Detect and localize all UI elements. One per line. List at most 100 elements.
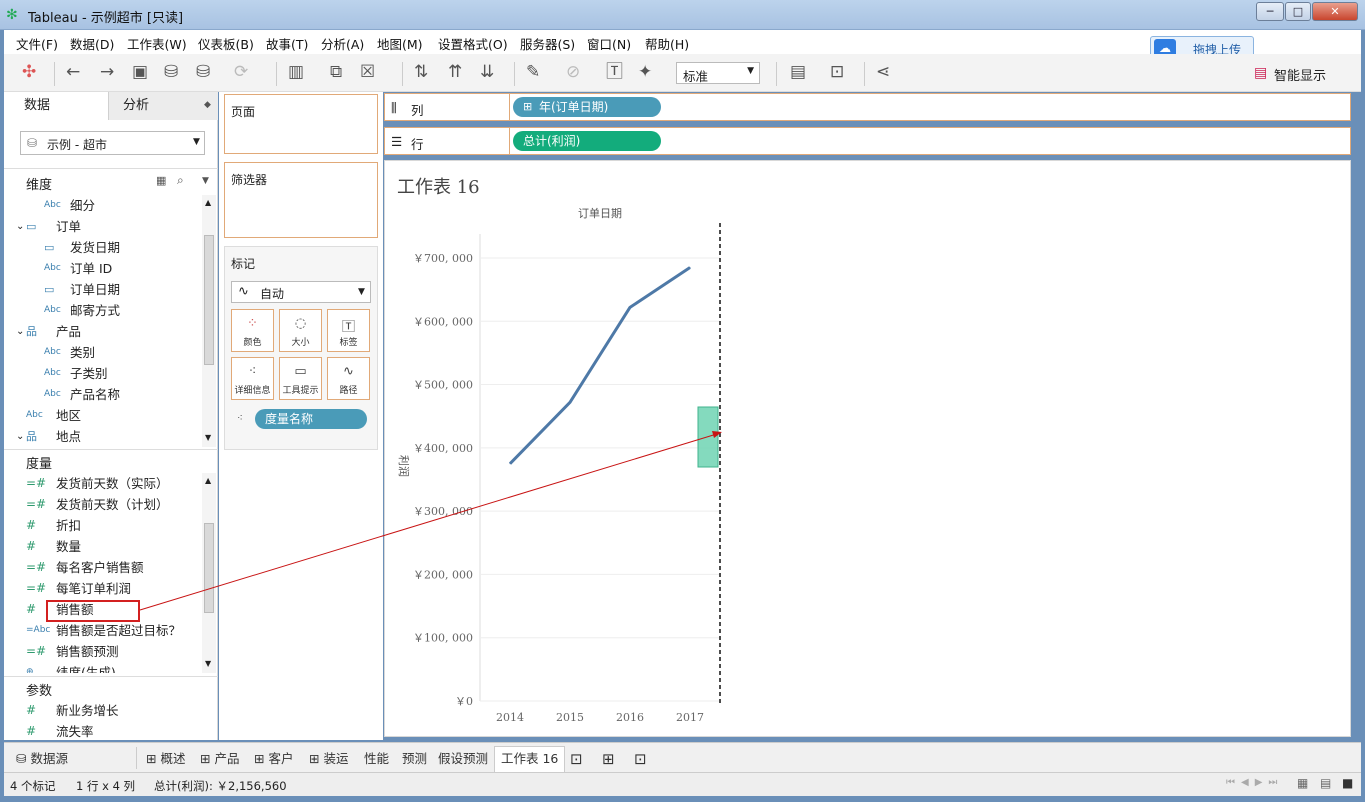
- sort-descending-icon[interactable]: ⇊: [480, 62, 494, 82]
- measures-scrollbar[interactable]: ▲ ▼: [202, 473, 216, 673]
- filters-card[interactable]: 筛选器: [224, 162, 378, 238]
- close-button[interactable]: ✕: [1312, 2, 1358, 21]
- rows-shelf[interactable]: ☰ 行 总计(利润): [384, 127, 1351, 155]
- show-filmstrip-icon[interactable]: ▤: [1320, 776, 1331, 790]
- field-row[interactable]: Abc 子类别: [4, 363, 204, 384]
- color-button[interactable]: ⁘ 颜色: [231, 309, 274, 352]
- scroll-down-icon[interactable]: ▼: [205, 433, 211, 442]
- columns-pill[interactable]: ⊞ 年(订单日期): [513, 97, 661, 117]
- field-row[interactable]: Abc 类别: [4, 342, 204, 363]
- menu-analysis[interactable]: 分析(A): [321, 34, 364, 53]
- field-row[interactable]: =Abc 销售额是否超过目标？: [4, 620, 204, 641]
- sort-ascending-icon[interactable]: ⇈: [448, 62, 462, 82]
- pause-updates-icon[interactable]: ⛁: [196, 62, 210, 82]
- scroll-down-icon[interactable]: ▼: [205, 659, 211, 668]
- pin-icon[interactable]: ✦: [638, 62, 652, 82]
- field-row[interactable]: ⌄ ▭ 订单: [4, 216, 204, 237]
- tab-whatif[interactable]: 假设预测: [438, 748, 488, 770]
- tab-performance[interactable]: 性能: [364, 748, 389, 770]
- menu-worksheet[interactable]: 工作表(W): [127, 34, 187, 53]
- minimize-button[interactable]: ─: [1256, 2, 1284, 21]
- path-button[interactable]: ∿ 路径: [327, 357, 370, 400]
- field-row[interactable]: =# 销售额预测: [4, 641, 204, 662]
- tab-worksheet-16[interactable]: 工作表 16: [494, 746, 566, 772]
- save-icon[interactable]: ▣: [132, 62, 148, 82]
- scroll-up-icon[interactable]: ▲: [205, 476, 211, 485]
- tab-analysis[interactable]: 分析: [108, 92, 218, 120]
- tab-product[interactable]: ⊞ 产品: [200, 748, 239, 770]
- field-row[interactable]: ▭ 发货日期: [4, 237, 204, 258]
- show-cards-icon[interactable]: ▤: [790, 62, 806, 82]
- mark-type-select[interactable]: ∿ 自动 ▼: [231, 281, 371, 303]
- group-icon[interactable]: ⊘: [566, 62, 580, 82]
- expand-chevron-icon[interactable]: ⌄: [16, 216, 24, 237]
- presentation-icon[interactable]: ⊡: [830, 62, 844, 82]
- menu-dashboard[interactable]: 仪表板(B): [198, 34, 254, 53]
- columns-shelf[interactable]: ⫼ 列 ⊞ 年(订单日期): [384, 93, 1351, 121]
- tab-shipping[interactable]: ⊞ 装运: [309, 748, 348, 770]
- maximize-button[interactable]: □: [1285, 2, 1311, 21]
- swap-icon[interactable]: ⇅: [414, 62, 428, 82]
- rows-pill[interactable]: 总计(利润): [513, 131, 661, 151]
- datasource-select[interactable]: ⛁ 示例 - 超市 ▼: [20, 131, 205, 155]
- menu-server[interactable]: 服务器(S): [520, 34, 575, 53]
- field-row[interactable]: # 数量: [4, 536, 204, 557]
- tab-data[interactable]: 数据: [4, 92, 108, 120]
- size-button[interactable]: ◌ 大小: [279, 309, 322, 352]
- detail-button[interactable]: ⁖ 详细信息: [231, 357, 274, 400]
- field-row[interactable]: Abc 邮寄方式: [4, 300, 204, 321]
- menu-data[interactable]: 数据(D): [70, 34, 114, 53]
- tab-overview[interactable]: ⊞ 概述: [146, 748, 185, 770]
- field-row[interactable]: =# 发货前天数（计划）: [4, 494, 204, 515]
- duplicate-sheet-icon[interactable]: ⧉: [330, 62, 342, 82]
- field-row[interactable]: # 折扣: [4, 515, 204, 536]
- highlight-icon[interactable]: ✎: [526, 62, 540, 82]
- new-datasource-icon[interactable]: ⛁: [164, 62, 178, 82]
- field-row[interactable]: Abc 产品名称: [4, 384, 204, 405]
- field-row[interactable]: =# 每名客户销售额: [4, 557, 204, 578]
- view-size-select[interactable]: 标准 ▼: [676, 62, 760, 84]
- tooltip-button[interactable]: ▭ 工具提示: [279, 357, 322, 400]
- tab-datasource[interactable]: ⛁ 数据源: [16, 748, 68, 770]
- new-worksheet-icon[interactable]: ▥: [288, 62, 304, 82]
- view-list-icon[interactable]: ▦: [156, 174, 166, 187]
- menu-format[interactable]: 设置格式(O): [438, 34, 508, 53]
- tableau-start-icon[interactable]: ✣: [22, 62, 36, 82]
- new-worksheet-tab-icon[interactable]: ⊡: [570, 748, 583, 770]
- field-row[interactable]: # 新业务增长: [4, 700, 204, 721]
- expand-chevron-icon[interactable]: ⌄: [16, 426, 24, 447]
- show-sheet-sorter-icon[interactable]: ▦: [1297, 776, 1308, 790]
- redo-icon[interactable]: →: [100, 62, 114, 82]
- undo-icon[interactable]: ←: [66, 62, 80, 82]
- field-row[interactable]: =# 发货前天数（实际）: [4, 473, 204, 494]
- field-row[interactable]: Abc 地区: [4, 405, 204, 426]
- new-dashboard-tab-icon[interactable]: ⊞: [602, 748, 615, 770]
- new-story-tab-icon[interactable]: ⊡: [634, 748, 647, 770]
- scroll-up-icon[interactable]: ▲: [205, 198, 211, 207]
- field-row[interactable]: ⌄ 品 地点: [4, 426, 204, 447]
- field-row[interactable]: # 流失率: [4, 721, 204, 742]
- share-icon[interactable]: ⋖: [876, 62, 890, 82]
- measure-names-pill[interactable]: 度量名称: [255, 409, 367, 429]
- field-row[interactable]: Abc 订单 ID: [4, 258, 204, 279]
- field-row[interactable]: ⌄ 品 产品: [4, 321, 204, 342]
- line-chart[interactable]: 订单日期利润 ￥700, 000 ￥600, 000 ￥500, 000 ￥400, 0…: [385, 201, 1350, 736]
- menu-window[interactable]: 窗口(N): [587, 34, 631, 53]
- tab-forecast[interactable]: 预测: [402, 748, 427, 770]
- show-tabs-icon[interactable]: ■: [1342, 776, 1353, 790]
- chevron-down-icon[interactable]: ▼: [202, 176, 209, 186]
- labels-icon[interactable]: 🅃: [606, 62, 623, 82]
- tab-customer[interactable]: ⊞ 客户: [254, 748, 293, 770]
- field-row[interactable]: ⊕ 纬度(生成): [4, 662, 204, 673]
- scroll-thumb[interactable]: [204, 523, 214, 613]
- clear-sheet-icon[interactable]: ☒: [360, 62, 375, 82]
- menu-story[interactable]: 故事(T): [266, 34, 308, 53]
- menu-file[interactable]: 文件(F): [16, 34, 58, 53]
- refresh-icon[interactable]: ⟳: [234, 62, 248, 82]
- menu-help[interactable]: 帮助(H): [645, 34, 689, 53]
- pane-menu-icon[interactable]: ◆: [204, 100, 211, 110]
- expand-chevron-icon[interactable]: ⌄: [16, 321, 24, 342]
- menu-map[interactable]: 地图(M): [377, 34, 423, 53]
- scroll-thumb[interactable]: [204, 235, 214, 365]
- field-row[interactable]: Abc 细分: [4, 195, 204, 216]
